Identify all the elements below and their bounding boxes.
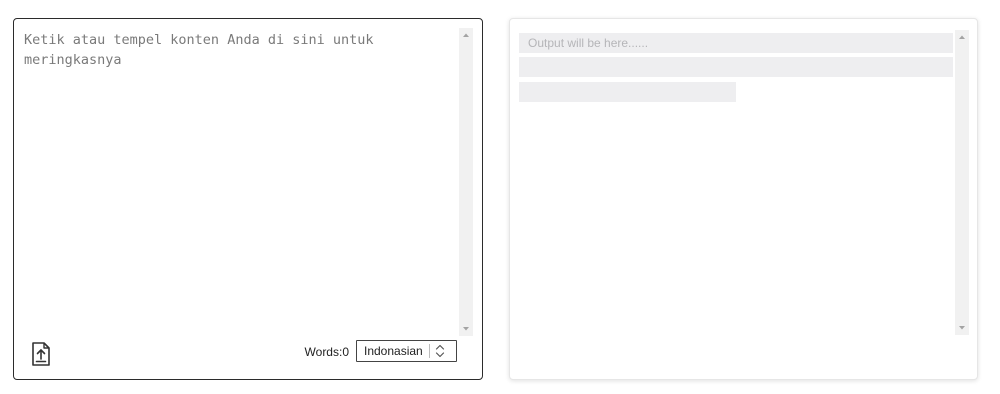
output-placeholder-bar: Output will be here......: [519, 33, 953, 53]
skeleton-line: [519, 82, 736, 102]
skeleton-line: [519, 57, 953, 77]
language-select-value: Indonasian: [364, 344, 423, 358]
output-panel: Output will be here......: [509, 18, 978, 380]
scroll-down-arrow-icon[interactable]: [955, 321, 969, 335]
word-count: Words:0: [304, 345, 349, 359]
input-scrollbar[interactable]: [459, 28, 473, 336]
language-select[interactable]: Indonasian: [356, 340, 457, 362]
output-placeholder-text: Output will be here......: [528, 36, 649, 50]
output-scrollbar[interactable]: [955, 30, 969, 335]
scroll-down-arrow-icon[interactable]: [459, 322, 473, 336]
upload-button[interactable]: [28, 340, 54, 368]
input-textarea[interactable]: Ketik atau tempel konten Anda di sini un…: [24, 30, 454, 70]
up-down-chevron-icon: [434, 342, 446, 365]
scroll-up-arrow-icon[interactable]: [955, 30, 969, 44]
input-panel: Ketik atau tempel konten Anda di sini un…: [13, 18, 483, 380]
select-divider: [429, 344, 430, 358]
upload-icon: [28, 342, 54, 372]
scroll-up-arrow-icon[interactable]: [459, 28, 473, 42]
